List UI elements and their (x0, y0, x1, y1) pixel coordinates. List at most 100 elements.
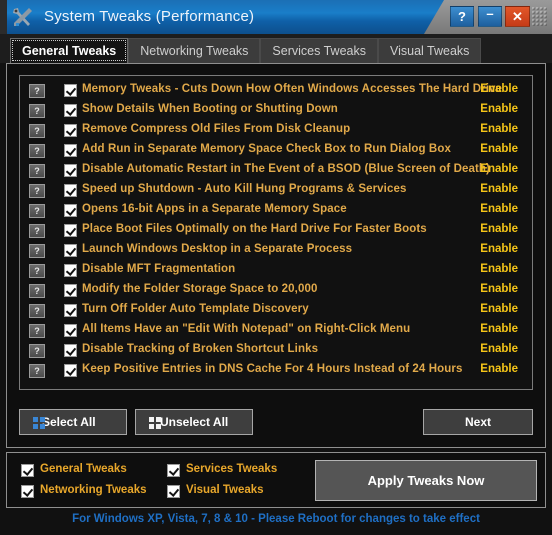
select-all-label: Select All (42, 415, 96, 429)
tweak-row[interactable]: ? All Items Have an "Edit With Notepad" o… (20, 321, 532, 341)
enable-link[interactable]: Enable (480, 243, 518, 255)
tab-visual-tweaks[interactable]: Visual Tweaks (377, 38, 482, 63)
help-button[interactable]: ? (450, 6, 474, 27)
tweak-row[interactable]: ? Disable Tracking of Broken Shortcut Lin… (20, 341, 532, 361)
tweak-label: Place Boot Files Optimally on the Hard D… (82, 223, 427, 235)
help-icon[interactable]: ? (29, 224, 45, 238)
help-icon[interactable]: ? (29, 124, 45, 138)
main-panel: ? Memory Tweaks - Cuts Down How Often Win… (6, 63, 546, 448)
tweak-row[interactable]: ? Disable MFT Fragmentation Enable (20, 261, 532, 281)
checkbox-icon[interactable] (64, 84, 77, 97)
tweak-row[interactable]: ? Opens 16-bit Apps in a Separate Memory … (20, 201, 532, 221)
texture-dots-right-icon (532, 7, 548, 27)
enable-link[interactable]: Enable (480, 263, 518, 275)
enable-link[interactable]: Enable (480, 163, 518, 175)
enable-link[interactable]: Enable (480, 283, 518, 295)
tweak-row[interactable]: ? Place Boot Files Optimally on the Hard … (20, 221, 532, 241)
tweak-row[interactable]: ? Add Run in Separate Memory Space Check … (20, 141, 532, 161)
checkbox-icon[interactable] (167, 485, 180, 498)
tab-networking-tweaks[interactable]: Networking Tweaks (128, 38, 261, 63)
help-icon[interactable]: ? (29, 344, 45, 358)
checkbox-icon[interactable] (64, 264, 77, 277)
help-icon[interactable]: ? (29, 284, 45, 298)
category-label: Networking Tweaks (40, 484, 147, 496)
application-window: System Tweaks (Performance) ? – ✕ Genera… (0, 0, 552, 535)
checkbox-icon[interactable] (21, 464, 34, 477)
next-button[interactable]: Next (423, 409, 533, 435)
enable-link[interactable]: Enable (480, 103, 518, 115)
tweaks-list[interactable]: ? Memory Tweaks - Cuts Down How Often Win… (19, 75, 533, 390)
tweak-label: All Items Have an "Edit With Notepad" on… (82, 323, 411, 335)
tweak-row[interactable]: ? Modify the Folder Storage Space to 20,0… (20, 281, 532, 301)
status-message: For Windows XP, Vista, 7, 8 & 10 - Pleas… (72, 513, 480, 525)
tweak-row[interactable]: ? Launch Windows Desktop in a Separate Pr… (20, 241, 532, 261)
close-button[interactable]: ✕ (505, 6, 530, 27)
help-icon[interactable]: ? (29, 104, 45, 118)
category-checkbox-general-tweaks[interactable]: General Tweaks (21, 463, 127, 477)
help-icon[interactable]: ? (29, 144, 45, 158)
checkbox-icon[interactable] (64, 144, 77, 157)
select-all-button[interactable]: Select All (19, 409, 127, 435)
category-checkbox-visual-tweaks[interactable]: Visual Tweaks (167, 484, 264, 498)
tweak-row[interactable]: ? Keep Positive Entries in DNS Cache For … (20, 361, 532, 381)
unselect-all-button[interactable]: Unselect All (135, 409, 253, 435)
tweak-label: Disable Automatic Restart in The Event o… (82, 163, 490, 175)
help-icon[interactable]: ? (29, 364, 45, 378)
enable-link[interactable]: Enable (480, 303, 518, 315)
checkbox-icon[interactable] (64, 284, 77, 297)
enable-link[interactable]: Enable (480, 343, 518, 355)
tweak-label: Disable MFT Fragmentation (82, 263, 236, 275)
checkbox-icon[interactable] (64, 304, 77, 317)
help-icon[interactable]: ? (29, 204, 45, 218)
checkbox-icon[interactable] (21, 485, 34, 498)
enable-link[interactable]: Enable (480, 123, 518, 135)
help-icon[interactable]: ? (29, 324, 45, 338)
tweak-row[interactable]: ? Disable Automatic Restart in The Event … (20, 161, 532, 181)
checkbox-icon[interactable] (64, 244, 77, 257)
help-icon[interactable]: ? (29, 164, 45, 178)
enable-link[interactable]: Enable (480, 223, 518, 235)
tweak-label: Launch Windows Desktop in a Separate Pro… (82, 243, 353, 255)
enable-link[interactable]: Enable (480, 323, 518, 335)
enable-link[interactable]: Enable (480, 183, 518, 195)
category-checkbox-networking-tweaks[interactable]: Networking Tweaks (21, 484, 147, 498)
checkbox-icon[interactable] (167, 464, 180, 477)
help-icon[interactable]: ? (29, 244, 45, 258)
title-bar: System Tweaks (Performance) ? – ✕ (0, 0, 552, 34)
checkbox-icon[interactable] (64, 344, 77, 357)
tab-general-tweaks[interactable]: General Tweaks (10, 38, 129, 63)
checkbox-icon[interactable] (64, 124, 77, 137)
help-icon[interactable]: ? (29, 304, 45, 318)
tweak-label: Speed up Shutdown - Auto Kill Hung Progr… (82, 183, 407, 195)
tweak-row[interactable]: ? Speed up Shutdown - Auto Kill Hung Prog… (20, 181, 532, 201)
tweak-label: Keep Positive Entries in DNS Cache For 4… (82, 363, 463, 375)
help-icon[interactable]: ? (29, 264, 45, 278)
help-icon[interactable]: ? (29, 84, 45, 98)
checkbox-icon[interactable] (64, 184, 77, 197)
checkbox-icon[interactable] (64, 324, 77, 337)
tab-services-tweaks[interactable]: Services Tweaks (260, 38, 378, 63)
tweak-row[interactable]: ? Show Details When Booting or Shutting D… (20, 101, 532, 121)
minimize-button[interactable]: – (478, 6, 502, 27)
checkbox-icon[interactable] (64, 204, 77, 217)
checkbox-icon[interactable] (64, 104, 77, 117)
tweak-row[interactable]: ? Turn Off Folder Auto Template Discovery… (20, 301, 532, 321)
wrench-screwdriver-icon (10, 5, 35, 30)
tweak-row[interactable]: ? Memory Tweaks - Cuts Down How Often Win… (20, 81, 532, 101)
category-label: General Tweaks (40, 463, 127, 475)
checkbox-icon[interactable] (64, 164, 77, 177)
enable-link[interactable]: Enable (480, 203, 518, 215)
checkbox-icon[interactable] (64, 364, 77, 377)
category-checkbox-services-tweaks[interactable]: Services Tweaks (167, 463, 277, 477)
help-icon[interactable]: ? (29, 184, 45, 198)
enable-link[interactable]: Enable (480, 143, 518, 155)
apply-tweaks-button[interactable]: Apply Tweaks Now (315, 460, 537, 501)
checkbox-icon[interactable] (64, 224, 77, 237)
tweak-label: Turn Off Folder Auto Template Discovery (82, 303, 309, 315)
enable-link[interactable]: Enable (480, 363, 518, 375)
tweak-label: Add Run in Separate Memory Space Check B… (82, 143, 451, 155)
tweak-label: Show Details When Booting or Shutting Do… (82, 103, 338, 115)
enable-link[interactable]: Enable (480, 83, 518, 95)
tweak-row[interactable]: ? Remove Compress Old Files From Disk Cle… (20, 121, 532, 141)
panel-button-bar: Select All Unselect All Next (19, 409, 533, 435)
